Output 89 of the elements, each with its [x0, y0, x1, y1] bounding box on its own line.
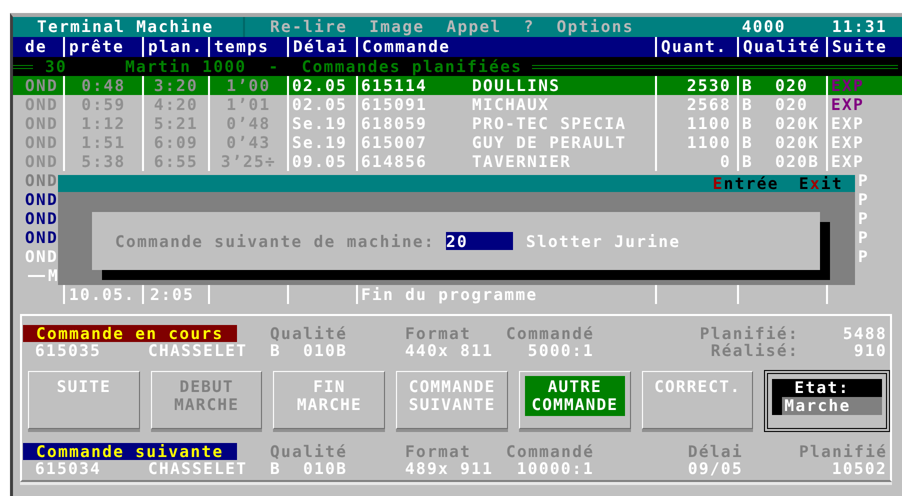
field-label: Qualité	[270, 443, 348, 460]
table-cell: 09.05	[287, 152, 356, 171]
action-button[interactable]: SUITE	[28, 371, 140, 429]
status-value: Marche	[772, 397, 882, 415]
field-label: Format	[405, 443, 472, 460]
table-cell: Se.19	[287, 114, 356, 133]
table-cell: B 020K	[737, 114, 826, 133]
action-button[interactable]: FIN MARCHE	[273, 371, 386, 429]
field-value: 615035	[34, 342, 102, 359]
field-value: CHASSELET	[148, 460, 248, 477]
table-cell-text: TAVERNIER	[472, 152, 572, 171]
counter-value: 4000	[742, 17, 786, 37]
table-cell: 2568	[655, 95, 737, 114]
table-cell: 614856	[356, 152, 472, 171]
machine-name: Slotter Jurine	[526, 232, 680, 250]
field-value: 10000:1	[516, 460, 595, 477]
table-cell: 2530	[655, 76, 737, 95]
group-title: Martin 1000 - Commandes planifiées	[125, 57, 522, 76]
field-value: 5000:1	[526, 342, 595, 359]
table-cell: 1100	[655, 114, 737, 133]
table-cell: B 020B	[737, 152, 826, 171]
table-cell: 618059	[356, 114, 472, 133]
machine-input[interactable]: 20	[446, 232, 513, 250]
table-cell: EXP	[826, 76, 902, 95]
group-number: 30	[45, 57, 68, 76]
field-value: B 010B	[270, 460, 348, 477]
table-cell-text: MICHAUX	[472, 95, 550, 114]
table-cell: 615091	[356, 95, 472, 114]
field-value: 5488	[842, 325, 887, 342]
order-title: Commande en cours	[23, 325, 237, 342]
table-cell: 0	[655, 152, 737, 171]
table-cell: P	[858, 171, 870, 190]
table-cell-text: PRO-TEC SPECIA	[472, 114, 628, 133]
table-cell-text: OND	[24, 171, 60, 190]
dialog-action[interactable]: Exit	[798, 175, 843, 192]
field-value: 910	[852, 342, 887, 359]
field-label: Délai	[686, 443, 744, 460]
field-value: 615034	[34, 460, 102, 477]
table-cell-text: OND	[24, 190, 60, 209]
field-label: Format	[405, 325, 472, 342]
section-label: M	[48, 266, 60, 285]
table-cell: B 020	[737, 95, 826, 114]
order-row[interactable]: OND 0:48 3:20 1’00 02.05 615114 DOULLINS 2530 B 020 EXP	[13, 76, 902, 95]
action-button[interactable]: COMMANDE SUIVANTE	[396, 371, 508, 429]
table-cell: EXP	[826, 133, 902, 152]
field-label: Qualité	[270, 325, 348, 342]
table-cell: Se.19	[287, 133, 356, 152]
table-cell: P	[858, 247, 870, 266]
field-value: 09/05	[686, 460, 744, 477]
table-cell-text: OND	[24, 76, 60, 95]
table-cell-text: OND	[24, 247, 60, 266]
table-cell: EXP	[826, 114, 902, 133]
table-cell: 02.05	[287, 95, 356, 114]
table-cell: EXP	[826, 152, 902, 171]
action-button[interactable]: CORRECT.	[642, 371, 754, 429]
table-cell: 615114	[356, 76, 472, 95]
field-label: Commandé	[506, 325, 596, 342]
clock-time: 11:31	[832, 17, 887, 37]
table-cell: EXP	[826, 95, 902, 114]
table-cell: 1’00	[208, 76, 287, 95]
field-label: Réalisé:	[710, 342, 799, 359]
table-cell: 3:20	[142, 76, 208, 95]
action-button[interactable]: AUTRE COMMANDE	[518, 371, 631, 429]
order-title: Commande suivante	[23, 443, 237, 460]
table-cell-text: OND	[24, 209, 60, 228]
table-cell: 615007	[356, 133, 472, 152]
table-cell: P	[858, 209, 870, 228]
dialog-action[interactable]: E ntrée	[712, 175, 779, 192]
prompt-label: Commande suivante de machine:	[115, 232, 435, 250]
table-cell: 0:48	[63, 76, 142, 95]
table-cell-text: OND	[24, 228, 60, 247]
field-value: B 010B	[270, 342, 348, 359]
column-header: de	[24, 37, 48, 57]
field-value: 440x 811	[405, 342, 494, 359]
field-value: 489x 911	[405, 460, 494, 477]
table-cell: B 020K	[737, 133, 826, 152]
field-label: Planifié	[799, 443, 887, 460]
field-label: Commandé	[506, 443, 596, 460]
field-value: 10502	[830, 460, 887, 477]
table-cell: 1100	[655, 133, 737, 152]
table-cell-text: GUY DE PERAULT	[472, 133, 628, 152]
table-cell: 02.05	[287, 76, 356, 95]
table-cell: P	[858, 190, 870, 209]
table-cell-text: DOULLINS	[472, 76, 562, 95]
status-label: Etat:	[772, 379, 882, 397]
field-value: CHASSELET	[148, 342, 248, 359]
table-cell: P	[858, 228, 870, 247]
table-cell: B 020	[737, 76, 826, 95]
field-label: Planifié:	[698, 325, 799, 342]
